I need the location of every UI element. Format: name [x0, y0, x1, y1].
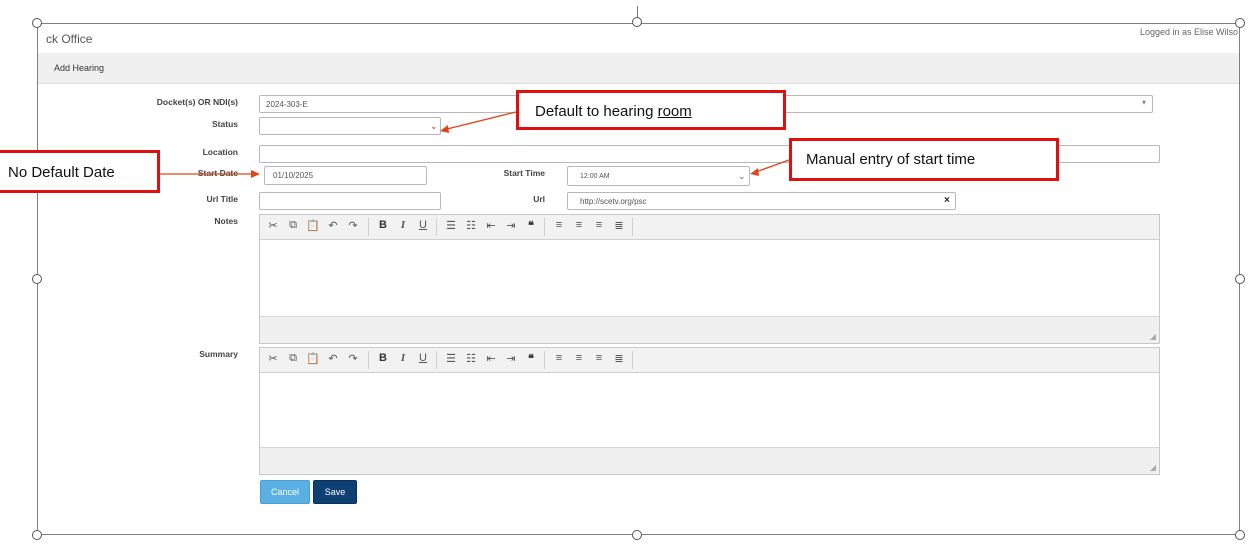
arrow-head-start-time: [750, 168, 759, 176]
arrow-to-start-time: [752, 159, 790, 174]
arrow-head-start-date: [251, 170, 260, 178]
arrow-to-status: [442, 111, 517, 131]
annotation-arrows: [160, 111, 790, 178]
arrow-head-status: [440, 125, 449, 133]
